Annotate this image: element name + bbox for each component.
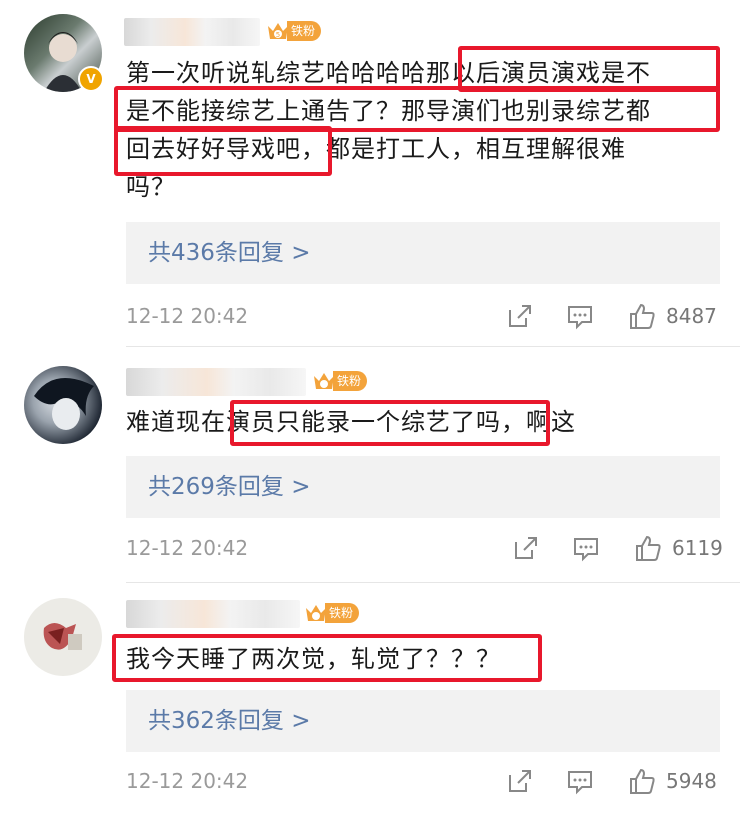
share-icon[interactable] xyxy=(512,534,540,562)
highlight-box xyxy=(112,634,542,682)
like-count: 6119 xyxy=(672,536,723,560)
fan-crown-icon xyxy=(314,373,334,389)
share-icon[interactable] xyxy=(506,302,534,330)
replies-box[interactable]: 共269条回复 > xyxy=(126,456,720,518)
timestamp: 12-12 20:42 xyxy=(126,304,249,328)
share-icon[interactable] xyxy=(506,767,534,795)
like-icon[interactable] xyxy=(628,302,656,330)
fan-badge[interactable]: 铁粉 xyxy=(312,368,368,394)
replies-link[interactable]: 共269条回复 > xyxy=(148,456,310,518)
timestamp: 12-12 20:42 xyxy=(126,536,249,560)
like-count: 8487 xyxy=(666,304,717,328)
comment-icon[interactable] xyxy=(566,767,594,795)
comment-meta: 12-12 20:42 8487 xyxy=(126,300,720,332)
avatar[interactable] xyxy=(24,366,102,444)
fan-badge[interactable]: 铁粉 xyxy=(304,600,360,626)
fan-badge-label: 铁粉 xyxy=(325,603,360,623)
comment-icon[interactable] xyxy=(572,534,600,562)
verified-badge-icon: V xyxy=(78,66,104,92)
svg-text:5: 5 xyxy=(276,31,280,39)
replies-link[interactable]: 共436条回复 > xyxy=(148,222,310,284)
replies-box[interactable]: 共362条回复 > xyxy=(126,690,720,752)
fan-badge[interactable]: 5 铁粉 xyxy=(266,18,322,44)
highlight-box xyxy=(114,126,332,176)
timestamp: 12-12 20:42 xyxy=(126,769,249,793)
divider xyxy=(126,346,740,347)
like-icon[interactable] xyxy=(634,534,662,562)
fan-badge-label: 铁粉 xyxy=(287,21,322,41)
comment-1: V 5 铁粉 第一次听说轧综艺哈哈哈哈那以后演员演戏是不 是不能接综艺上通告了？… xyxy=(0,0,740,350)
replies-box[interactable]: 共436条回复 > xyxy=(126,222,720,284)
replies-link[interactable]: 共362条回复 > xyxy=(148,690,310,752)
username-blurred[interactable] xyxy=(126,600,300,628)
avatar[interactable] xyxy=(24,598,102,676)
username-blurred[interactable] xyxy=(124,18,260,46)
highlight-box xyxy=(230,400,550,446)
comment-meta: 12-12 20:42 6119 xyxy=(126,532,723,564)
comment-meta: 12-12 20:42 5948 xyxy=(126,765,720,797)
like-icon[interactable] xyxy=(628,767,656,795)
divider xyxy=(126,582,740,583)
username-blurred[interactable] xyxy=(126,368,306,396)
fan-crown-icon: 5 xyxy=(268,23,288,39)
fan-badge-label: 铁粉 xyxy=(333,371,368,391)
like-count: 5948 xyxy=(666,769,717,793)
comment-icon[interactable] xyxy=(566,302,594,330)
fan-crown-icon xyxy=(306,605,326,621)
